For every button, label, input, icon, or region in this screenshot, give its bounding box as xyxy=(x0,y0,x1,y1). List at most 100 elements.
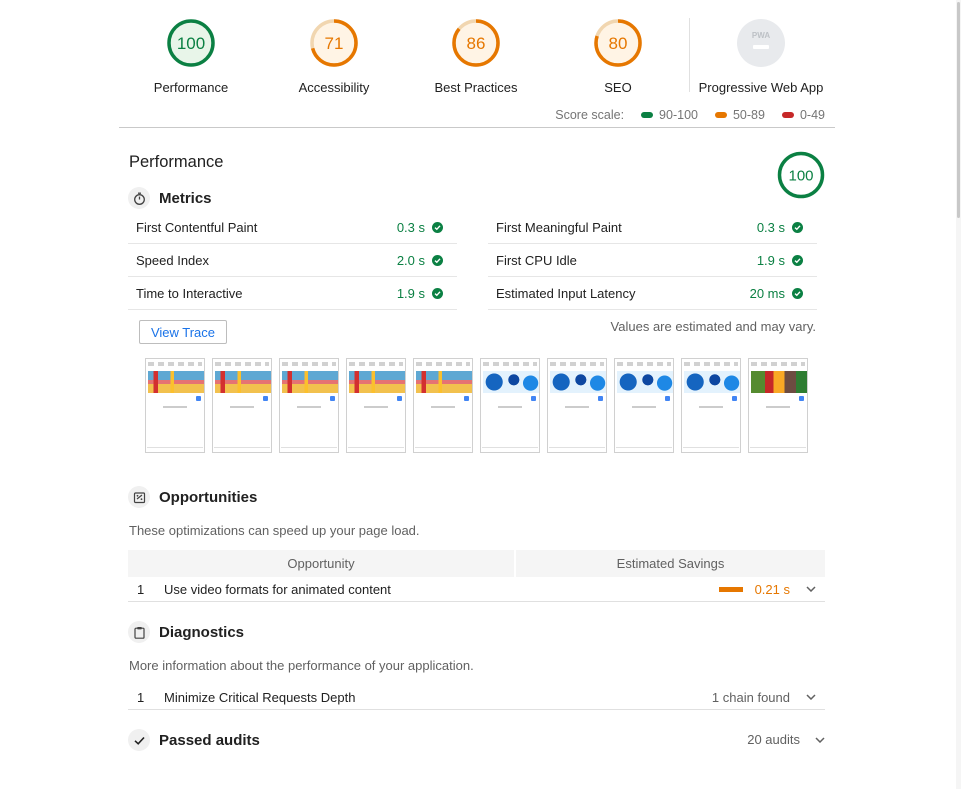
filmstrip-frame xyxy=(480,358,540,453)
estimated-note: Values are estimated and may vary. xyxy=(610,319,816,334)
pass-check-icon xyxy=(432,221,443,233)
pass-check-icon xyxy=(432,254,443,266)
category-gauges: 100 Performance 71 Accessibility 86 Best… xyxy=(120,16,835,100)
pwa-badge-icon: PWA xyxy=(737,19,785,67)
gauge-label: Progressive Web App xyxy=(698,80,824,95)
metric-value: 0.3 s xyxy=(396,219,425,235)
filmstrip-frame xyxy=(212,358,272,453)
passed-count-text: 20 audits xyxy=(747,732,800,747)
filmstrip-frame xyxy=(346,358,406,453)
filmstrip-frame xyxy=(547,358,607,453)
metric-row: First Meaningful Paint 0.3 s xyxy=(488,211,817,244)
metric-row: Time to Interactive 1.9 s xyxy=(128,277,457,310)
diagnostic-row[interactable]: 1 Minimize Critical Requests Depth 1 cha… xyxy=(128,685,825,710)
metric-name: First Contentful Paint xyxy=(136,219,258,235)
pass-check-icon xyxy=(792,221,803,233)
metrics-header: Metrics xyxy=(128,187,212,209)
performance-score-gauge: 100 xyxy=(777,151,825,202)
section-title-performance: Performance xyxy=(129,153,224,171)
gauge-ring: 100 xyxy=(167,19,215,67)
metric-value: 2.0 s xyxy=(396,252,425,268)
view-trace-button[interactable]: View Trace xyxy=(139,320,227,344)
passed-audits-count[interactable]: 20 audits xyxy=(747,732,825,747)
pwa-badge-text: PWA xyxy=(752,31,770,40)
savings-value: 0.21 s xyxy=(754,581,790,597)
scale-pass: 90-100 xyxy=(641,108,698,122)
passed-audits-header[interactable]: Passed audits xyxy=(128,729,260,751)
gauge-label: Best Practices xyxy=(434,80,518,95)
filmstrip-frame xyxy=(614,358,674,453)
pass-check-icon xyxy=(792,287,803,299)
diagnostic-name: Minimize Critical Requests Depth xyxy=(164,689,356,705)
opportunities-title: Opportunities xyxy=(159,488,258,506)
gauge-score: 86 xyxy=(467,34,486,53)
check-icon xyxy=(128,729,150,751)
gauge-label: Accessibility xyxy=(298,80,370,95)
clipboard-icon xyxy=(128,621,150,643)
chevron-down-icon[interactable] xyxy=(806,692,816,702)
score-scale: Score scale: 90-100 50-89 0-49 xyxy=(555,108,825,122)
chevron-down-icon[interactable] xyxy=(806,584,816,594)
gauge-ring: 80 xyxy=(594,19,642,67)
metric-value: 1.9 s xyxy=(756,252,785,268)
column-header-opportunity: Opportunity xyxy=(128,550,514,577)
metric-name: First Meaningful Paint xyxy=(496,219,622,235)
scale-average: 50-89 xyxy=(714,108,765,122)
gauge-label: SEO xyxy=(604,80,632,95)
filmstrip-frame xyxy=(413,358,473,453)
score-scale-label: Score scale: xyxy=(555,108,625,122)
opportunity-icon xyxy=(128,486,150,508)
metric-name: Estimated Input Latency xyxy=(496,285,636,301)
gauge-performance[interactable]: 100 Performance xyxy=(121,18,261,95)
diagnostic-detail: 1 chain found xyxy=(711,689,790,705)
gauge-score: 80 xyxy=(609,34,628,53)
metric-name: Time to Interactive xyxy=(136,285,243,301)
gauge-ring: 86 xyxy=(452,19,500,67)
gauge-seo[interactable]: 80 SEO xyxy=(548,18,688,95)
metric-row: Speed Index 2.0 s xyxy=(128,244,457,277)
gauge-label: Performance xyxy=(153,80,229,95)
gauge-divider xyxy=(689,18,690,92)
performance-score: 100 xyxy=(788,168,813,185)
metrics-title: Metrics xyxy=(159,189,212,207)
pass-check-icon xyxy=(432,287,443,299)
metric-value: 1.9 s xyxy=(396,285,425,301)
column-header-savings: Estimated Savings xyxy=(516,550,825,577)
row-number: 1 xyxy=(137,581,145,597)
opportunities-header: Opportunities xyxy=(128,486,257,508)
gauge-score: 100 xyxy=(177,34,205,53)
filmstrip-frame xyxy=(279,358,339,453)
metric-name: First CPU Idle xyxy=(496,252,577,268)
opportunity-row[interactable]: 1 Use video formats for animated content… xyxy=(128,577,825,602)
filmstrip-frame xyxy=(681,358,741,453)
row-number: 1 xyxy=(137,689,145,705)
metric-row: First Contentful Paint 0.3 s xyxy=(128,211,457,244)
vertical-scrollbar[interactable] xyxy=(956,0,961,789)
scrollbar-thumb[interactable] xyxy=(957,2,960,218)
metric-name: Speed Index xyxy=(136,252,210,268)
gauge-score: 71 xyxy=(325,34,344,53)
diagnostics-title: Diagnostics xyxy=(159,623,245,641)
opportunities-description: These optimizations can speed up your pa… xyxy=(129,523,420,538)
gauge-accessibility[interactable]: 71 Accessibility xyxy=(264,18,404,95)
metric-row: Estimated Input Latency 20 ms xyxy=(488,277,817,310)
stopwatch-icon xyxy=(128,187,150,209)
gauge-ring: 71 xyxy=(310,19,358,67)
metric-value: 0.3 s xyxy=(756,219,785,235)
gauge-pwa[interactable]: PWA Progressive Web App xyxy=(691,18,831,95)
filmstrip-frame xyxy=(145,358,205,453)
diagnostics-description: More information about the performance o… xyxy=(129,658,474,673)
passed-audits-title: Passed audits xyxy=(159,731,260,749)
savings-bar xyxy=(718,586,743,592)
metric-row: First CPU Idle 1.9 s xyxy=(488,244,817,277)
filmstrip-frame xyxy=(748,358,808,453)
diagnostics-header: Diagnostics xyxy=(128,621,244,643)
gauge-best-practices[interactable]: 86 Best Practices xyxy=(406,18,546,95)
divider xyxy=(119,127,835,128)
pass-check-icon xyxy=(792,254,803,266)
scale-fail: 0-49 xyxy=(781,108,825,122)
opportunity-name: Use video formats for animated content xyxy=(164,581,391,597)
metric-value: 20 ms xyxy=(749,285,785,301)
chevron-down-icon[interactable] xyxy=(815,735,825,745)
opportunities-table-header: Opportunity Estimated Savings xyxy=(128,550,825,577)
